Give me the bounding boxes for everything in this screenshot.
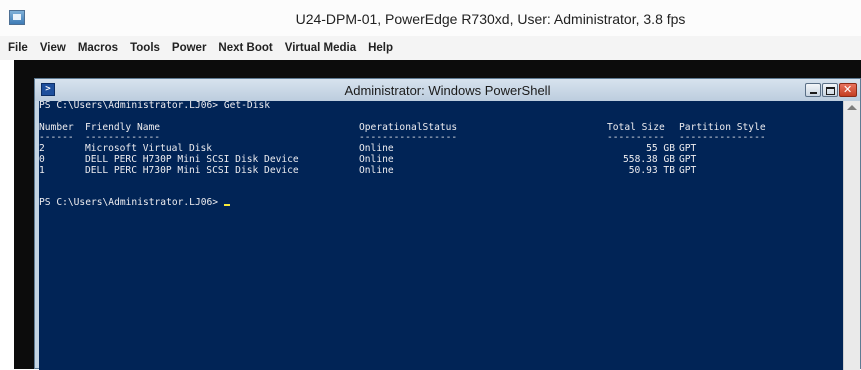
menu-help[interactable]: Help <box>366 40 395 56</box>
vertical-scrollbar[interactable] <box>843 101 860 370</box>
menu-tools[interactable]: Tools <box>128 40 162 56</box>
disk-friendly-name: DELL PERC H730P Mini SCSI Disk Device <box>85 164 299 176</box>
disk-number: 1 <box>39 164 45 176</box>
menu-macros[interactable]: Macros <box>76 40 120 56</box>
command-line: PS C:\Users\Administrator.LJ06> Get-Disk <box>39 101 271 111</box>
minimize-button[interactable] <box>805 83 821 97</box>
close-button[interactable] <box>839 83 857 97</box>
disk-partition-style: GPT <box>679 164 697 176</box>
kvm-window-title: U24-DPM-01, PowerEdge R730xd, User: Admi… <box>295 11 686 27</box>
menu-power[interactable]: Power <box>170 40 209 56</box>
menu-next-boot[interactable]: Next Boot <box>216 40 274 56</box>
prompt-text: PS C:\Users\Administrator.LJ06> <box>39 197 224 209</box>
disk-operational-status: Online <box>359 164 394 176</box>
powershell-window[interactable]: > Administrator: Windows PowerShell PS C… <box>34 78 861 370</box>
kvm-menu-bar: File View Macros Tools Power Next Boot V… <box>0 36 861 60</box>
scroll-up-arrow-icon[interactable] <box>847 105 857 110</box>
maximize-button[interactable] <box>822 83 838 97</box>
prompt-line[interactable]: PS C:\Users\Administrator.LJ06> <box>39 197 230 209</box>
powershell-title-bar[interactable]: > Administrator: Windows PowerShell <box>35 79 860 101</box>
menu-virtual-media[interactable]: Virtual Media <box>283 40 358 56</box>
powershell-console[interactable]: PS C:\Users\Administrator.LJ06> Get-Disk… <box>39 101 843 370</box>
menu-view[interactable]: View <box>38 40 68 56</box>
text-cursor <box>223 204 230 207</box>
powershell-window-title: Administrator: Windows PowerShell <box>344 83 551 98</box>
disk-total-size: 50.93 TB <box>628 164 675 176</box>
kvm-title-bar: U24-DPM-01, PowerEdge R730xd, User: Admi… <box>0 0 861 37</box>
menu-file[interactable]: File <box>6 40 30 56</box>
